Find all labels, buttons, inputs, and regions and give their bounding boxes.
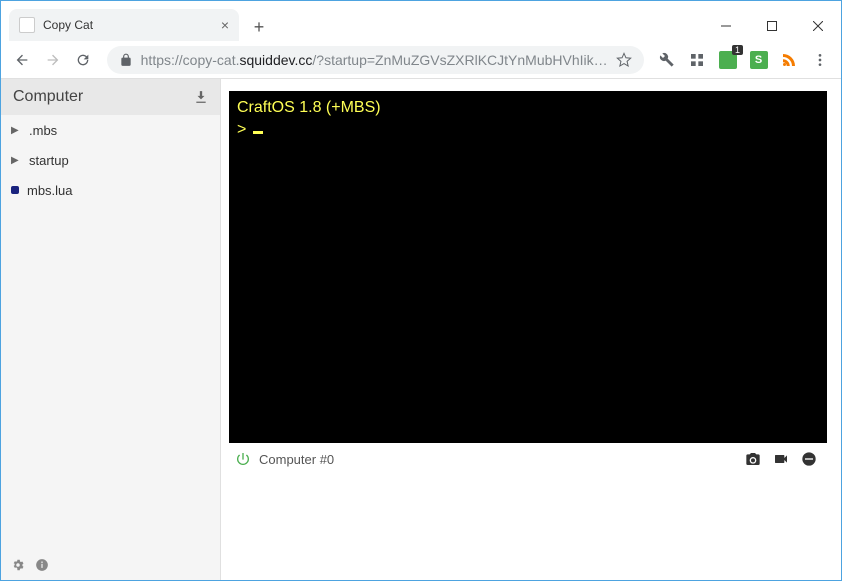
green-block-icon: 1 xyxy=(719,51,737,69)
terminal[interactable]: CraftOS 1.8 (+MBS) > xyxy=(229,91,827,443)
menu-icon[interactable] xyxy=(806,46,833,74)
chevron-right-icon: ▶ xyxy=(11,125,21,136)
close-tab-icon[interactable]: × xyxy=(221,17,229,33)
minimize-button[interactable] xyxy=(703,11,749,41)
new-tab-button[interactable]: + xyxy=(245,13,273,41)
file-list: ▶ .mbs ▶ startup mbs.lua xyxy=(1,115,220,550)
extension-s-icon[interactable]: S xyxy=(745,46,772,74)
terminal-cursor xyxy=(253,131,263,134)
sidebar: Computer ▶ .mbs ▶ startup mbs.lua xyxy=(1,79,221,580)
apps-icon[interactable] xyxy=(684,46,711,74)
close-window-button[interactable] xyxy=(795,11,841,41)
forward-button[interactable] xyxy=(40,46,67,74)
back-button[interactable] xyxy=(9,46,36,74)
star-icon[interactable] xyxy=(616,52,632,68)
rss-icon[interactable] xyxy=(776,46,803,74)
wrench-icon[interactable] xyxy=(654,46,681,74)
extension-badge: 1 xyxy=(732,45,743,55)
video-icon[interactable] xyxy=(773,451,793,467)
maximize-button[interactable] xyxy=(749,11,795,41)
folder-item-startup[interactable]: ▶ startup xyxy=(1,145,220,175)
window-titlebar: Copy Cat × + xyxy=(1,1,841,41)
tab-title: Copy Cat xyxy=(43,18,221,32)
browser-toolbar: https://copy-cat.squiddev.cc/?startup=Zn… xyxy=(1,41,841,79)
status-bar: Computer #0 xyxy=(229,443,827,475)
sidebar-header: Computer xyxy=(1,79,220,115)
download-icon[interactable] xyxy=(194,90,208,104)
terminal-prompt: > xyxy=(237,121,251,138)
file-name: mbs.lua xyxy=(27,183,73,198)
extension-green-icon[interactable]: 1 xyxy=(715,46,742,74)
page-content: Computer ▶ .mbs ▶ startup mbs.lua xyxy=(1,79,841,580)
status-label: Computer #0 xyxy=(259,452,737,467)
sidebar-footer xyxy=(1,550,220,580)
folder-item-mbs[interactable]: ▶ .mbs xyxy=(1,115,220,145)
gear-icon[interactable] xyxy=(11,558,25,572)
reload-button[interactable] xyxy=(70,46,97,74)
lock-icon xyxy=(119,53,133,67)
camera-icon[interactable] xyxy=(745,451,765,467)
address-bar[interactable]: https://copy-cat.squiddev.cc/?startup=Zn… xyxy=(107,46,644,74)
terminal-line: CraftOS 1.8 (+MBS) xyxy=(237,99,381,116)
power-icon[interactable] xyxy=(235,451,251,467)
file-name: .mbs xyxy=(29,123,57,138)
window-controls xyxy=(703,11,841,41)
file-item-mbslua[interactable]: mbs.lua xyxy=(1,175,220,205)
file-name: startup xyxy=(29,153,69,168)
file-icon xyxy=(11,186,19,194)
info-icon[interactable] xyxy=(35,558,49,572)
main-area: CraftOS 1.8 (+MBS) > Computer #0 xyxy=(221,79,841,580)
url-text: https://copy-cat.squiddev.cc/?startup=Zn… xyxy=(141,52,608,68)
chevron-right-icon: ▶ xyxy=(11,155,21,166)
remove-icon[interactable] xyxy=(801,451,821,467)
tab-favicon xyxy=(19,17,35,33)
browser-tab[interactable]: Copy Cat × xyxy=(9,9,239,41)
sidebar-title: Computer xyxy=(13,88,194,106)
